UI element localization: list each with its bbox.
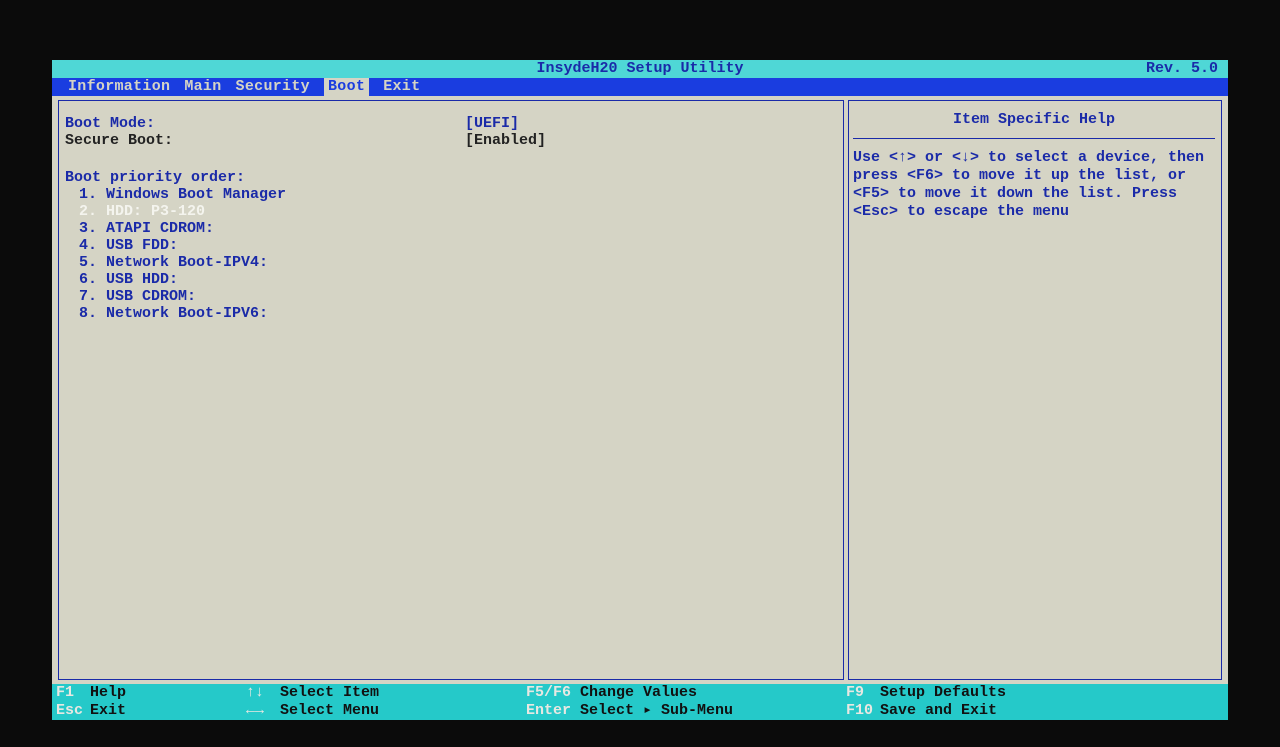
menu-tab-boot[interactable]: Boot [324,78,369,96]
bios-screen: InsydeH20 Setup Utility Rev. 5.0 Informa… [52,60,1228,720]
revision-label: Rev. 5.0 [1146,60,1218,78]
boot-item-3[interactable]: 3. ATAPI CDROM: [65,220,833,237]
hotkey-esc: EscExit [56,702,246,720]
help-text: Use <↑> or <↓> to select a device, then … [853,149,1215,221]
boot-item-2[interactable]: 2. HDD: P3-120 [65,203,833,220]
boot-item-8[interactable]: 8. Network Boot-IPV6: [65,305,833,322]
hotkey-f10: F10Save and Exit [846,702,1228,720]
hotkey-f1: F1Help [56,684,246,702]
boot-mode-row[interactable]: Boot Mode: [UEFI] [65,115,833,132]
menu-tab-security[interactable]: Security [236,78,310,96]
secure-boot-label: Secure Boot: [65,132,465,149]
hotkey-enter: EnterSelect ▸ Sub-Menu [526,702,846,720]
hotkey-bar: F1Help ↑↓Select Item F5/F6Change Values … [52,684,1228,720]
hotkey-updown: ↑↓Select Item [246,684,526,702]
main-panel: Boot Mode: [UEFI] Secure Boot: [Enabled]… [58,100,844,680]
menu-tab-main[interactable]: Main [184,78,221,96]
help-title: Item Specific Help [953,111,1115,128]
boot-order-title: Boot priority order: [65,169,833,186]
boot-item-1[interactable]: 1. Windows Boot Manager [65,186,833,203]
secure-boot-row: Secure Boot: [Enabled] [65,132,833,149]
help-panel: Item Specific Help Use <↑> or <↓> to sel… [848,100,1222,680]
boot-item-4[interactable]: 4. USB FDD: [65,237,833,254]
boot-item-6[interactable]: 6. USB HDD: [65,271,833,288]
menu-tab-information[interactable]: Information [68,78,170,96]
hotkey-leftright: ←→Select Menu [246,702,526,720]
boot-mode-label: Boot Mode: [65,115,465,132]
hotkey-f9: F9Setup Defaults [846,684,1228,702]
hotkey-f5f6: F5/F6Change Values [526,684,846,702]
app-title: InsydeH20 Setup Utility [52,60,1228,78]
boot-order-list: 1. Windows Boot Manager2. HDD: P3-1203. … [65,186,833,322]
boot-item-7[interactable]: 7. USB CDROM: [65,288,833,305]
boot-item-5[interactable]: 5. Network Boot-IPV4: [65,254,833,271]
secure-boot-value: [Enabled] [465,132,546,149]
menu-tab-exit[interactable]: Exit [383,78,420,96]
boot-mode-value: [UEFI] [465,115,519,132]
menu-bar: Information Main Security Boot Exit [52,78,1228,96]
